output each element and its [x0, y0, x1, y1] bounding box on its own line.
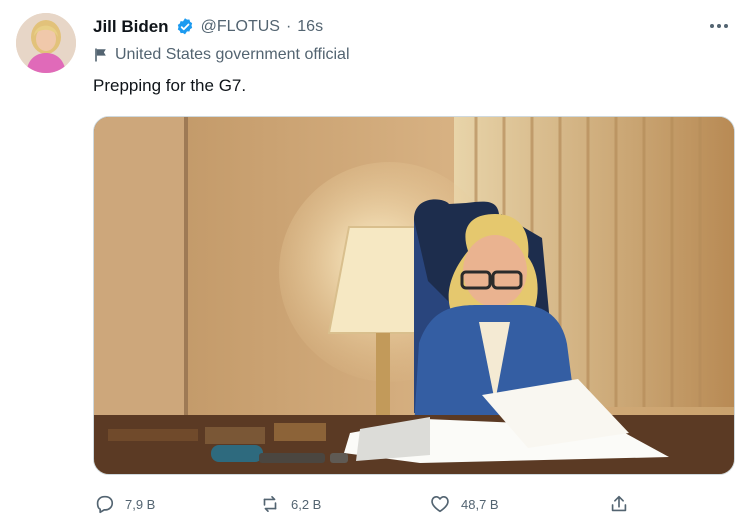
- tweet-text: Prepping for the G7.: [93, 76, 247, 95]
- author-name[interactable]: Jill Biden: [93, 17, 169, 37]
- reply-icon: [96, 495, 114, 514]
- share-button[interactable]: [608, 490, 630, 518]
- like-count: 48,7 В: [461, 496, 499, 512]
- government-label[interactable]: United States government official: [93, 46, 350, 64]
- heart-icon: [431, 496, 449, 513]
- tweet-actions: 7,9 В 6,2 В 48,7 В: [93, 490, 733, 518]
- reply-button[interactable]: 7,9 В: [93, 490, 155, 518]
- verified-badge-icon: [177, 18, 192, 35]
- tweet: Jill Biden @FLOTUS · 16s United States g…: [0, 0, 750, 532]
- retweet-button[interactable]: 6,2 В: [259, 490, 321, 518]
- author-handle[interactable]: @FLOTUS: [201, 18, 280, 36]
- government-label-text: United States government official: [115, 46, 350, 63]
- tweet-header: Jill Biden @FLOTUS · 16s: [93, 14, 323, 40]
- flag-icon: [95, 48, 106, 62]
- avatar-image: [16, 13, 76, 73]
- retweet-icon: [263, 496, 277, 512]
- reply-count: 7,9 В: [125, 496, 156, 512]
- photo-illustration: [94, 117, 734, 474]
- author-avatar[interactable]: [16, 13, 76, 73]
- share-icon: [611, 495, 627, 512]
- tweet-photo[interactable]: [93, 116, 735, 475]
- more-horizontal-icon[interactable]: [708, 16, 730, 36]
- separator-dot: ·: [285, 18, 292, 35]
- like-button[interactable]: 48,7 В: [429, 490, 499, 518]
- retweet-count: 6,2 В: [291, 496, 322, 512]
- tweet-time[interactable]: 16s: [297, 18, 323, 36]
